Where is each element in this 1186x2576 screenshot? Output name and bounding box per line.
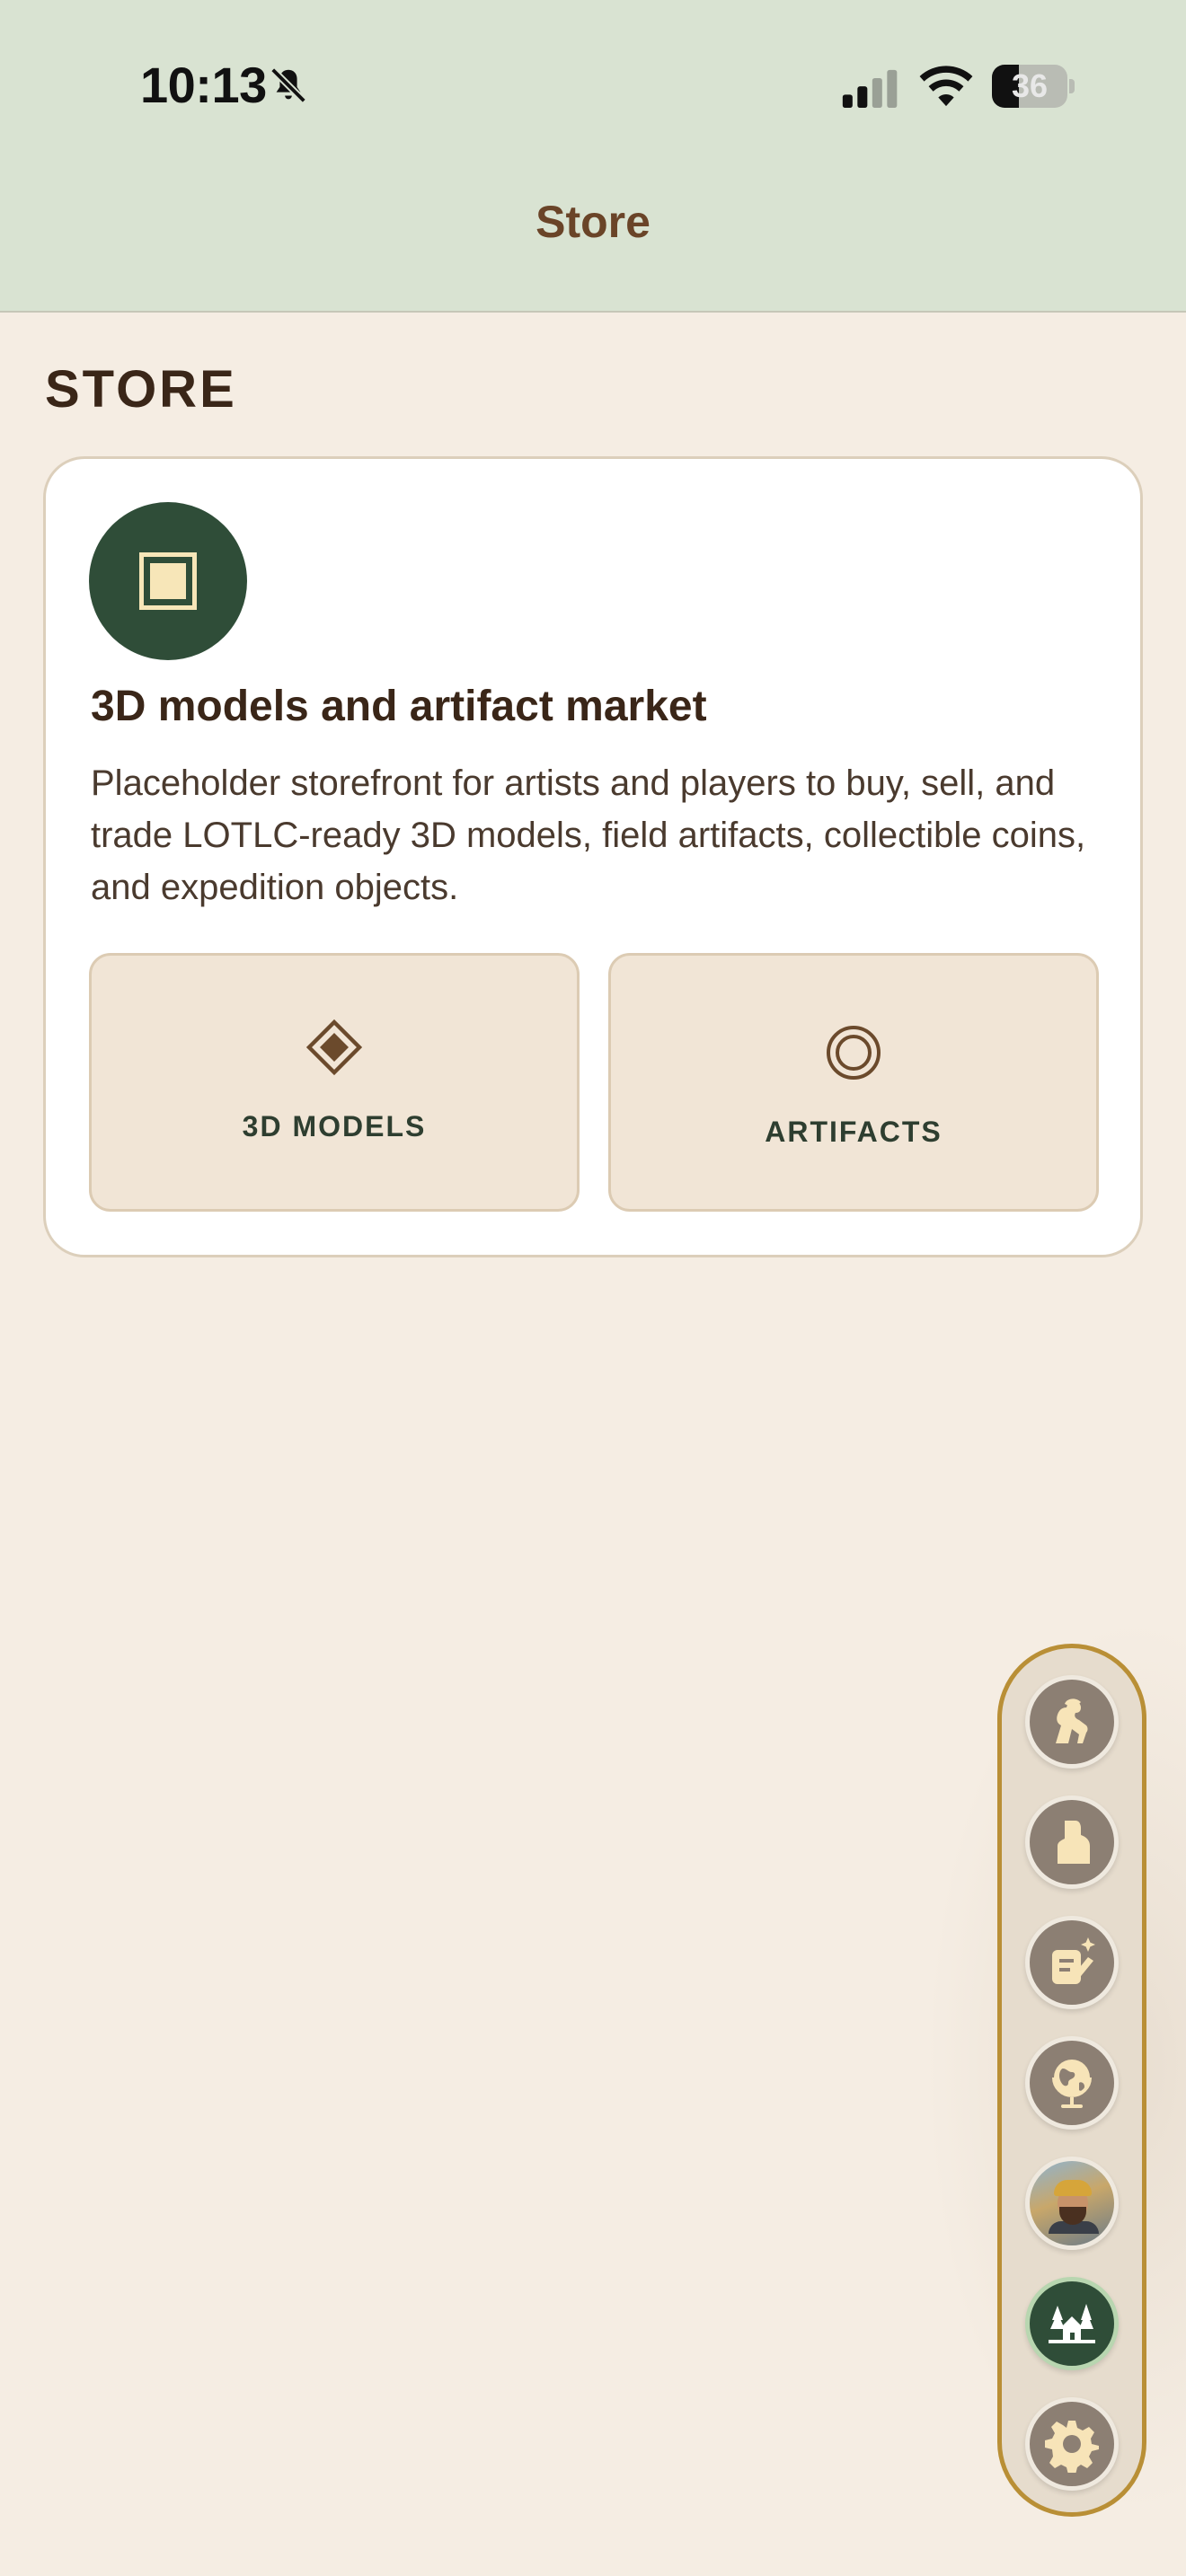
battery-indicator: 36	[992, 65, 1075, 108]
side-nav	[997, 1644, 1146, 2517]
3d-models-label: 3D MODELS	[242, 1110, 427, 1142]
notes-sparkle-icon	[1052, 1937, 1095, 1984]
square-frame-icon	[89, 502, 247, 660]
artifacts-label: ARTIFACTS	[765, 1116, 943, 1148]
globe-button[interactable]	[1025, 2036, 1119, 2130]
store-card: 3D models and artifact market Placeholde…	[43, 456, 1143, 1257]
hiker-icon	[1056, 1698, 1088, 1743]
diamond-icon	[92, 1019, 577, 1081]
wifi-icon	[919, 66, 973, 107]
cellular-signal-icon	[842, 69, 898, 108]
top-bar: 10:13 36 Store	[0, 0, 1186, 313]
user-avatar[interactable]	[1025, 2157, 1119, 2250]
card-heading: 3D models and artifact market	[91, 683, 707, 730]
bell-muted-icon	[270, 67, 306, 103]
cabin-forest-icon	[1049, 2304, 1095, 2343]
globe-icon	[1052, 2060, 1092, 2108]
settings-button[interactable]	[1025, 2397, 1119, 2491]
artifacts-button[interactable]: ARTIFACTS	[608, 953, 1099, 1212]
profile-button[interactable]	[1025, 1795, 1119, 1889]
ring-icon	[611, 1024, 1096, 1086]
battery-percent: 36	[1011, 67, 1049, 104]
gear-icon	[1045, 2421, 1099, 2473]
profile-icon	[1058, 1821, 1090, 1864]
3d-models-button[interactable]: 3D MODELS	[89, 953, 580, 1212]
notes-button[interactable]	[1025, 1916, 1119, 2009]
hiker-button[interactable]	[1025, 1675, 1119, 1769]
avatar-photo	[1049, 2176, 1099, 2234]
nav-title: Store	[535, 197, 651, 247]
status-time: 10:13	[140, 57, 267, 113]
page-title: STORE	[45, 360, 237, 419]
card-description: Placeholder storefront for artists and p…	[91, 763, 1086, 907]
cabin-forest-button[interactable]	[1025, 2277, 1119, 2370]
